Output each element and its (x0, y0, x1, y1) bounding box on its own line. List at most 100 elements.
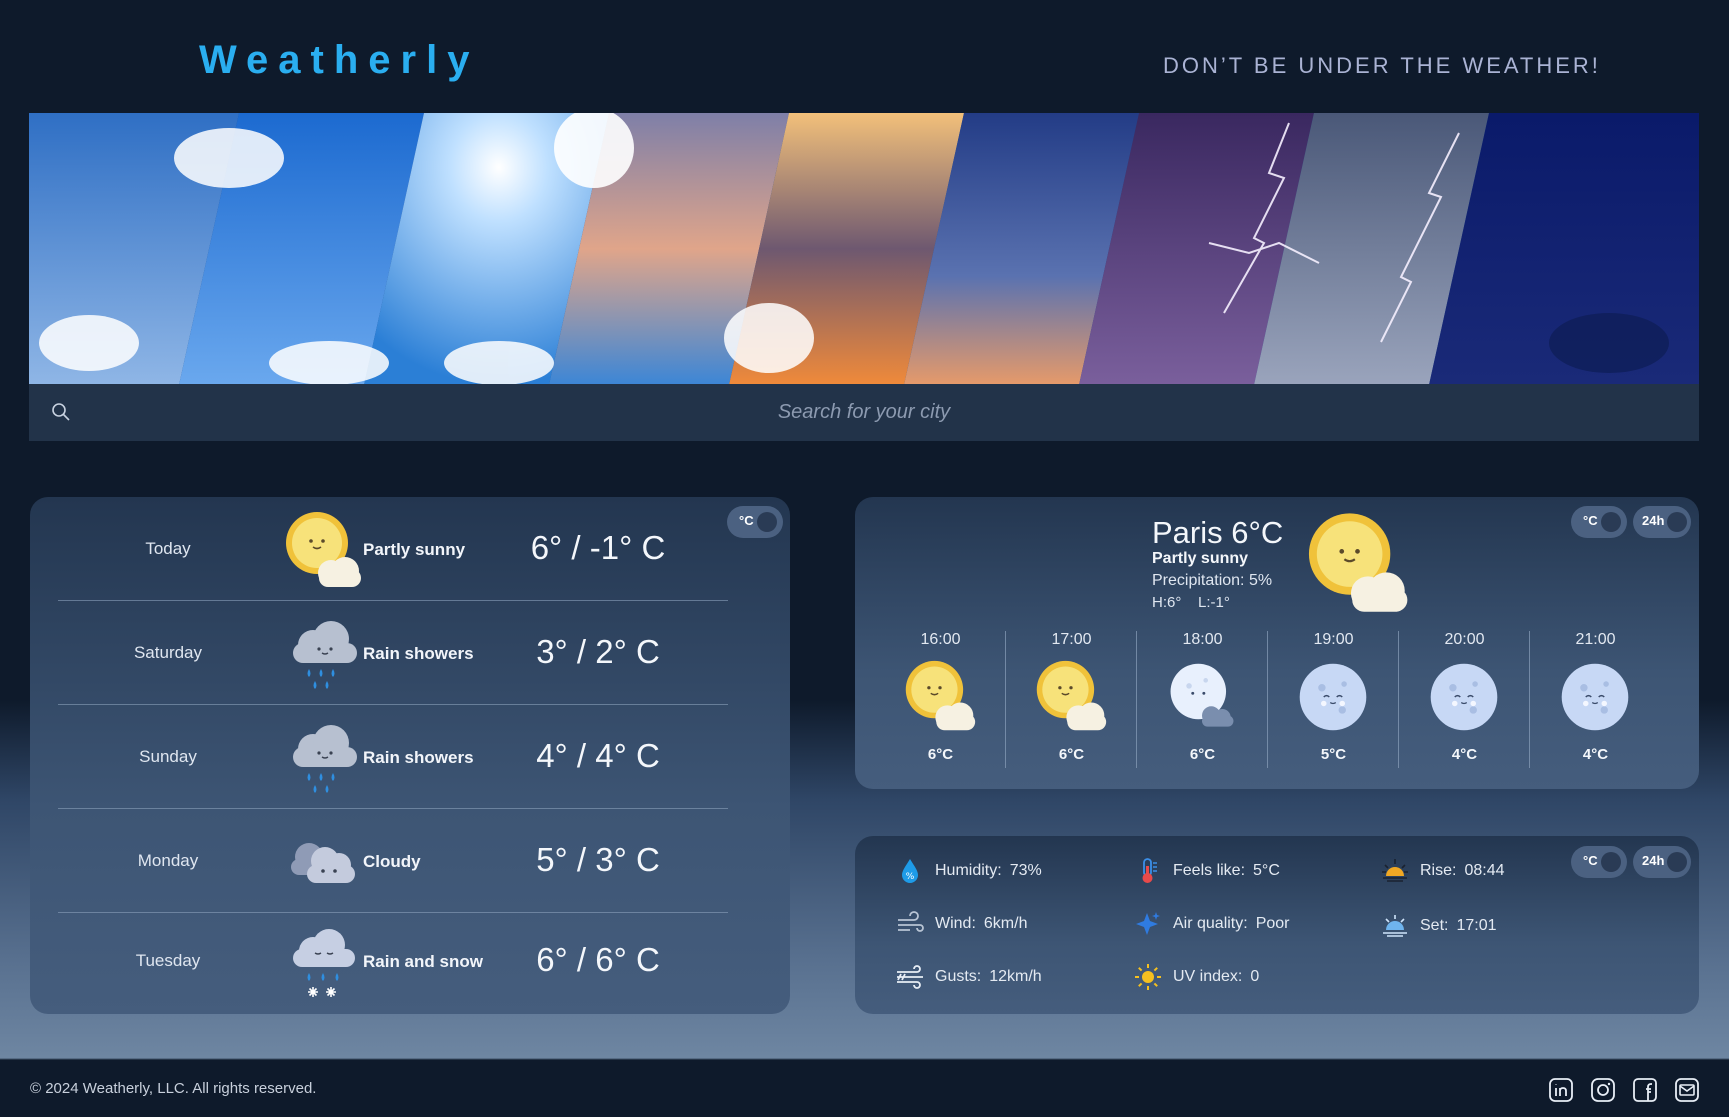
forecast-description: Rain and snow (363, 952, 483, 971)
unit-toggle[interactable]: °C (727, 506, 783, 538)
precipitation: Precipitation: 5% (1152, 572, 1273, 589)
instagram-icon[interactable] (1590, 1077, 1616, 1103)
header: Weatherly DON’T BE UNDER THE WEATHER! (0, 0, 1729, 113)
wind-detail: Wind: 6km/h (895, 909, 1027, 939)
partly-sunny-icon (1034, 660, 1108, 734)
moon-icon (1558, 660, 1632, 734)
toggle-knob (1601, 852, 1621, 872)
copyright: © 2024 Weatherly, LLC. All rights reserv… (30, 1080, 317, 1097)
uv-sun-icon (1135, 964, 1161, 990)
search-bar[interactable] (29, 384, 1699, 441)
forecast-row[interactable]: Saturday Rain showers 3° / 2° C (58, 601, 728, 705)
partly-sunny-icon (903, 660, 977, 734)
gusts-value: 12km/h (989, 968, 1042, 985)
hour-time: 16:00 (920, 631, 961, 648)
hour-time: 21:00 (1575, 631, 1616, 648)
time-toggle-label: 24h (1642, 853, 1665, 868)
unit-toggle-label: °C (1583, 853, 1598, 868)
forecast-temperature: 6° / 6° C (536, 941, 660, 978)
forecast-row[interactable]: Sunday Rain showers 4° / 4° C (58, 705, 728, 809)
uv-index-label: UV index: (1173, 968, 1243, 985)
moon-icon (1427, 660, 1501, 734)
time-format-toggle[interactable]: 24h (1633, 846, 1691, 878)
humidity-detail: % Humidity: 73% (895, 856, 1042, 886)
hero-banner (29, 113, 1699, 385)
daily-forecast-card: °C Today Partly sunny 6° / -1° C Saturda… (30, 497, 790, 1014)
feels-like-value: 5°C (1253, 862, 1280, 879)
humidity-value: 73% (1009, 862, 1042, 879)
forecast-description: Rain showers (363, 644, 474, 663)
footer: © 2024 Weatherly, LLC. All rights reserv… (0, 1060, 1729, 1117)
moon-icon (1296, 660, 1370, 734)
sunset-value: 17:01 (1456, 917, 1497, 934)
cloudy-icon (283, 823, 363, 903)
hourly-item: 18:00 6°C (1137, 631, 1268, 768)
high-low: H:6° L:-1° (1152, 594, 1230, 611)
linkedin-icon[interactable] (1548, 1077, 1574, 1103)
rain-showers-icon (283, 615, 363, 695)
unit-toggle[interactable]: °C (1571, 506, 1627, 538)
hourly-item: 17:00 6°C (1006, 631, 1137, 768)
humidity-icon: % (902, 859, 918, 883)
gusts-label: Gusts: (935, 968, 982, 985)
forecast-day: Monday (137, 851, 199, 870)
weather-details-card: °C 24h % Humidity: 73% Wind: 6km/h Gusts… (855, 836, 1699, 1014)
hour-time: 18:00 (1182, 631, 1223, 648)
forecast-row[interactable]: Today Partly sunny 6° / -1° C (58, 497, 728, 601)
toggle-knob (757, 512, 777, 532)
hour-temperature: 6°C (927, 746, 954, 763)
hour-temperature: 4°C (1451, 746, 1478, 763)
thermometer-icon (1142, 858, 1157, 883)
forecast-day: Saturday (133, 643, 203, 662)
rain-and-snow-icon (283, 923, 363, 1003)
air-quality-value: Poor (1255, 915, 1290, 932)
forecast-day: Sunday (139, 747, 197, 766)
feels-like-detail: Feels like: 5°C (1133, 856, 1280, 886)
uv-index-detail: UV index: 0 (1133, 962, 1259, 992)
mail-icon[interactable] (1674, 1077, 1700, 1103)
forecast-temperature: 6° / -1° C (530, 529, 666, 566)
moon-cloud-icon (1165, 660, 1239, 734)
hourly-item: 19:00 5°C (1268, 631, 1399, 768)
hour-temperature: 6°C (1189, 746, 1216, 763)
unit-toggle-label: °C (1583, 513, 1598, 528)
wind-value: 6km/h (983, 915, 1028, 932)
gusts-icon (897, 965, 923, 989)
feels-like-label: Feels like: (1173, 862, 1246, 879)
hour-time: 17:00 (1051, 631, 1092, 648)
weather-collage-image (29, 113, 1699, 385)
svg-text:%: % (906, 872, 915, 882)
hourly-item: 20:00 4°C (1399, 631, 1530, 768)
forecast-temperature: 3° / 2° C (536, 633, 660, 670)
search-input[interactable] (89, 384, 1639, 441)
forecast-description: Partly sunny (363, 540, 466, 559)
hourly-item: 16:00 6°C (875, 631, 1006, 768)
sunrise-detail: Rise: 08:44 (1380, 856, 1505, 886)
humidity-label: Humidity: (935, 862, 1002, 879)
city-temperature: Paris 6°C (1152, 515, 1284, 550)
search-icon[interactable] (51, 402, 71, 427)
forecast-row[interactable]: Tuesday Rain and snow 6° / 6° C (58, 909, 728, 1013)
time-format-toggle[interactable]: 24h (1633, 506, 1691, 538)
sunrise-value: 08:44 (1464, 862, 1505, 879)
forecast-day: Today (145, 539, 191, 558)
forecast-description: Cloudy (363, 852, 421, 871)
hour-time: 19:00 (1313, 631, 1354, 648)
unit-toggle[interactable]: °C (1571, 846, 1627, 878)
forecast-day: Tuesday (135, 951, 201, 970)
forecast-temperature: 5° / 3° C (536, 841, 660, 878)
gusts-detail: Gusts: 12km/h (895, 962, 1042, 992)
uv-index-value: 0 (1250, 968, 1260, 985)
wind-icon (898, 911, 924, 932)
current-condition: Partly sunny (1152, 550, 1249, 567)
logo[interactable]: Weatherly (199, 38, 479, 83)
forecast-row[interactable]: Monday Cloudy 5° / 3° C (58, 809, 728, 913)
toggle-knob (1667, 852, 1687, 872)
hour-temperature: 6°C (1058, 746, 1085, 763)
hour-temperature: 4°C (1582, 746, 1609, 763)
tagline: DON’T BE UNDER THE WEATHER! (1163, 53, 1601, 78)
wind-label: Wind: (935, 915, 976, 932)
hour-temperature: 5°C (1320, 746, 1347, 763)
facebook-icon[interactable] (1632, 1077, 1658, 1103)
sunrise-label: Rise: (1420, 862, 1457, 879)
